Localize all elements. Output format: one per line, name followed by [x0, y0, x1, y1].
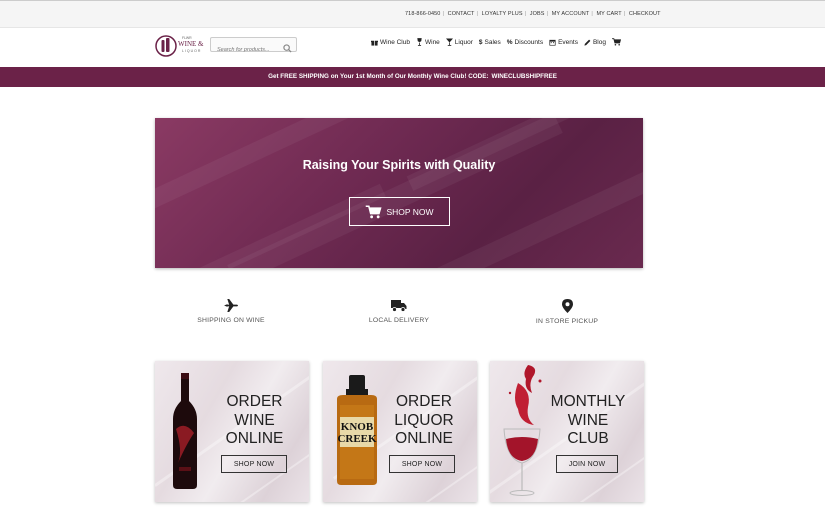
- bottle-label-line: CREEK: [337, 433, 377, 445]
- shop-now-label: SHOP NOW: [386, 206, 434, 217]
- feature-delivery: LOCAL DELIVERY: [329, 299, 469, 324]
- nav-wine-club[interactable]: Wine Club: [371, 38, 410, 46]
- nav-label: Sales: [484, 38, 501, 46]
- dollar-icon: $: [478, 38, 483, 46]
- map-marker-icon: [561, 299, 573, 313]
- card-order-wine[interactable]: ORDER WINE ONLINE SHOP NOW: [155, 361, 309, 502]
- utility-links: 718-866-0450 | CONTACT | LOYALTY PLUS | JOB…: [405, 11, 661, 17]
- gift-icon: [371, 39, 378, 46]
- cart-icon: [612, 38, 621, 46]
- card-title-line: ONLINE: [225, 430, 284, 447]
- cart-icon: [366, 204, 382, 218]
- pencil-icon: [584, 39, 591, 46]
- nav-label: Events: [558, 38, 578, 46]
- card-title-line: CLUB: [567, 430, 609, 447]
- nav-sales[interactable]: $ Sales: [479, 38, 501, 46]
- feature-label: LOCAL DELIVERY: [368, 317, 430, 324]
- nav-label: Liquor: [454, 38, 473, 46]
- promo-text: Get FREE SHIPPING on Your 1st Month of O…: [268, 73, 489, 80]
- card-order-liquor[interactable]: KNOB CREEK ORDER LIQUOR ONLINE SHOP NOW: [323, 361, 477, 502]
- card-title-line: ORDER: [396, 393, 452, 410]
- card-title-line: WINE: [567, 411, 609, 429]
- card-title-line: MONTHLY: [550, 393, 626, 410]
- search-input[interactable]: [211, 43, 281, 57]
- main-nav: Wine Club Wine Liquor $ Sales % Discount…: [371, 38, 629, 46]
- my-account-link[interactable]: MY ACCOUNT: [552, 11, 590, 17]
- checkout-link[interactable]: CHECKOUT: [629, 11, 661, 17]
- phone-link[interactable]: 718-866-0450: [405, 11, 440, 17]
- airplane-icon: [223, 299, 238, 312]
- wine-glass-splash-image: [503, 365, 542, 496]
- header: FLWR WINE & LIQUOR Wine Club Wine Liquor…: [0, 28, 825, 66]
- feature-shipping: SHIPPING ON WINE: [161, 299, 301, 324]
- hero-title: Raising Your Spirits with Quality: [302, 158, 496, 172]
- utility-bar: 718-866-0450 | CONTACT | LOYALTY PLUS | JOB…: [0, 0, 825, 28]
- jobs-link[interactable]: JOBS: [530, 11, 545, 17]
- feature-label: SHIPPING ON WINE: [197, 317, 265, 324]
- nav-wine[interactable]: Wine: [416, 38, 440, 46]
- nav-label: Wine Club: [380, 38, 410, 46]
- card-title-line: ONLINE: [395, 430, 453, 447]
- wine-bottle-image: [173, 373, 197, 489]
- hero-banner: Raising Your Spirits with Quality SHOP N…: [155, 118, 643, 268]
- nav-label: Wine: [424, 38, 440, 46]
- nav-label: Blog: [592, 38, 606, 46]
- liquor-bottle-image: KNOB CREEK: [337, 375, 377, 485]
- promo-banner[interactable]: Get FREE SHIPPING on Your 1st Month of O…: [0, 67, 825, 87]
- bottle-label-line: KNOB: [341, 421, 374, 433]
- join-wine-club-button[interactable]: JOIN NOW: [556, 455, 618, 473]
- nav-liquor[interactable]: Liquor: [445, 38, 473, 46]
- card-title-line: WINE: [234, 411, 275, 429]
- my-cart-link[interactable]: MY CART: [596, 11, 621, 17]
- card-title-line: ORDER: [226, 393, 283, 410]
- search-icon[interactable]: [283, 40, 292, 58]
- card-title-line: LIQUOR: [394, 411, 454, 429]
- logo-text-sub: LIQUOR: [182, 49, 202, 53]
- wine-glass-icon: [417, 38, 422, 46]
- shop-wine-button[interactable]: SHOP NOW: [221, 455, 287, 473]
- shop-liquor-button[interactable]: SHOP NOW: [389, 455, 455, 473]
- nav-cart[interactable]: [612, 38, 623, 46]
- search-box: [210, 37, 297, 57]
- nav-discounts[interactable]: % Discounts: [507, 38, 543, 46]
- promo-code: WINECLUBSHIPFREE: [491, 73, 557, 80]
- loyalty-plus-link[interactable]: LOYALTY PLUS: [482, 11, 523, 17]
- calendar-icon: [549, 39, 556, 46]
- nav-events[interactable]: Events: [549, 38, 578, 46]
- feature-pickup: IN STORE PICKUP: [497, 299, 637, 325]
- feature-label: IN STORE PICKUP: [535, 318, 599, 325]
- logo-text-main: WINE &: [178, 40, 204, 48]
- shop-now-button[interactable]: SHOP NOW: [349, 197, 450, 226]
- nav-label: Discounts: [514, 38, 544, 46]
- truck-icon: [391, 300, 407, 312]
- percent-icon: %: [506, 38, 513, 46]
- nav-blog[interactable]: Blog: [584, 38, 606, 46]
- contact-link[interactable]: CONTACT: [448, 11, 475, 17]
- store-logo[interactable]: FLWR WINE & LIQUOR: [155, 33, 207, 59]
- card-wine-club[interactable]: MONTHLY WINE CLUB JOIN NOW: [490, 361, 644, 502]
- cocktail-icon: [445, 38, 453, 46]
